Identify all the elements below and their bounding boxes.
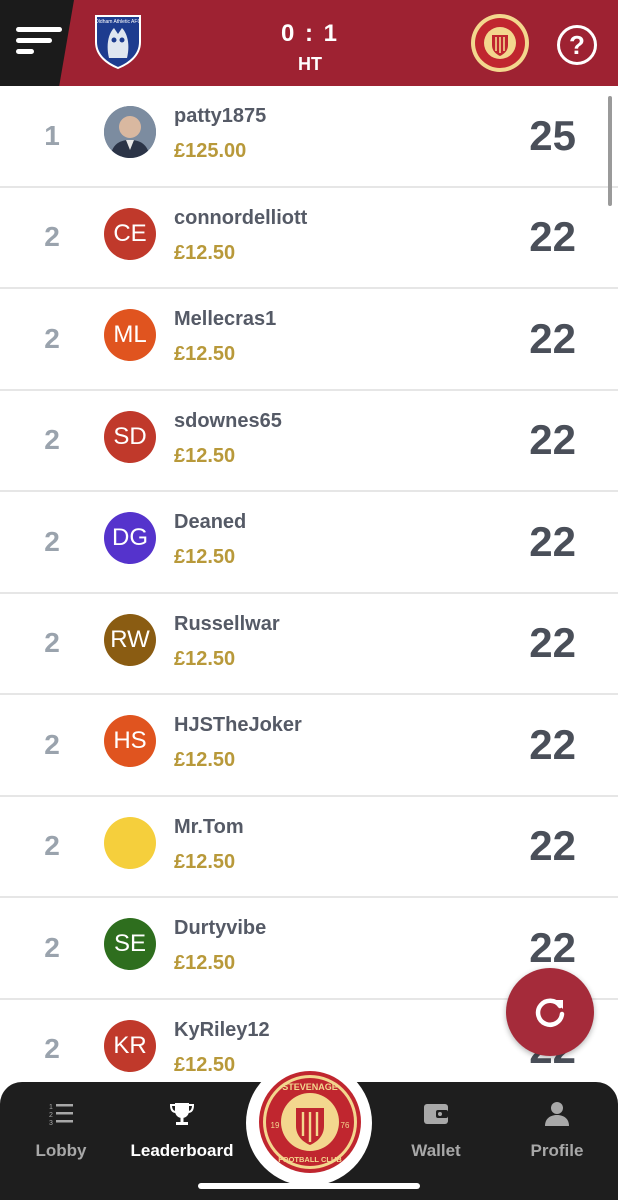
help-button[interactable]: ? [557, 25, 597, 65]
username[interactable]: sdownes65 [174, 410, 282, 433]
leaderboard-row[interactable]: 2 RW Russellwar £12.50 22 [0, 593, 618, 695]
stevenage-crest [471, 14, 529, 72]
svg-text:1: 1 [49, 1104, 53, 1111]
svg-text:76: 76 [341, 1121, 350, 1130]
trophy-icon [169, 1103, 195, 1125]
match-header: Oldham Athletic AFC 0 : 1 HT ? [0, 0, 618, 86]
prize-amount: £12.50 [174, 952, 236, 974]
username[interactable]: Durtyvibe [174, 917, 266, 940]
prize-amount: £12.50 [174, 546, 236, 568]
leaderboard-row[interactable]: 2 Mr.Tom £12.50 22 [0, 796, 618, 898]
menu-button[interactable] [0, 0, 74, 86]
prize-amount: £12.50 [174, 749, 236, 771]
avatar[interactable] [104, 816, 156, 869]
nav-leaderboard[interactable]: Leaderboard [122, 1100, 242, 1161]
leaderboard-row[interactable]: 2 HS HJSTheJoker £12.50 22 [0, 695, 618, 797]
username[interactable]: connordelliott [174, 207, 307, 230]
svg-text:Oldham Athletic AFC: Oldham Athletic AFC [95, 19, 142, 25]
points: 22 [529, 720, 576, 768]
username[interactable]: KyRiley12 [174, 1019, 270, 1042]
avatar[interactable]: ML [104, 309, 156, 361]
rank: 2 [44, 627, 60, 659]
leaderboard-row[interactable]: 1 patty1875 £125.00 25 [0, 86, 618, 188]
points: 22 [529, 822, 576, 870]
avatar[interactable]: RW [104, 613, 156, 666]
leaderboard-row[interactable]: 2 DG Deaned £12.50 22 [0, 492, 618, 594]
points: 22 [529, 416, 576, 464]
prize-amount: £12.50 [174, 647, 236, 670]
match-period: HT [298, 54, 322, 74]
stevenage-crest[interactable]: STEVENAGE FOOTBALL CLUB 19 76 [258, 1070, 362, 1174]
leaderboard-list[interactable]: 1 patty1875 £125.00 25 2 CE connordelliott £12.… [0, 86, 618, 1086]
leaderboard-row[interactable]: 2 ML Mellecras1 £12.50 22 [0, 289, 618, 391]
username[interactable]: Mr.Tom [174, 816, 244, 839]
avatar[interactable]: DG [104, 512, 156, 564]
rank: 2 [44, 931, 60, 963]
points: 22 [529, 314, 576, 362]
avatar[interactable]: SD [104, 410, 156, 463]
oldham-athletic-crest: Oldham Athletic AFC [95, 15, 142, 70]
nav-lobby-label: Lobby [35, 1141, 87, 1160]
username[interactable]: HJSTheJoker [174, 714, 302, 737]
points: 22 [529, 619, 576, 667]
prize-amount: £12.50 [174, 444, 236, 467]
avatar[interactable]: HS [104, 715, 156, 767]
svg-text:2: 2 [49, 1112, 53, 1119]
rank: 2 [44, 424, 60, 456]
username[interactable]: Deaned [174, 511, 246, 534]
nav-wallet-label: Wallet [411, 1141, 461, 1160]
svg-text:19: 19 [271, 1121, 280, 1130]
numbered-list-icon: 1 2 3 [49, 1104, 73, 1127]
rank: 2 [44, 322, 60, 354]
profile-photo [104, 106, 156, 158]
rank: 2 [44, 728, 60, 760]
leaderboard-row[interactable]: 2 CE connordelliott £12.50 22 [0, 187, 618, 289]
user-icon [545, 1102, 569, 1126]
nav-leaderboard-label: Leaderboard [130, 1141, 234, 1160]
nav-lobby[interactable]: 1 2 3 Lobby [1, 1100, 121, 1161]
svg-text:FOOTBALL CLUB: FOOTBALL CLUB [278, 1155, 342, 1164]
username[interactable]: Mellecras1 [174, 308, 276, 331]
prize-amount: £12.50 [174, 850, 236, 873]
home-indicator[interactable] [198, 1183, 420, 1189]
svg-text:STEVENAGE: STEVENAGE [282, 1082, 338, 1092]
points: 22 [529, 213, 576, 261]
avatar[interactable] [104, 106, 156, 158]
points: 25 [529, 111, 576, 159]
points: 22 [529, 517, 576, 565]
nav-wallet[interactable]: Wallet [376, 1100, 496, 1161]
svg-text:3: 3 [49, 1120, 53, 1127]
match-score: 0 : 1 [280, 20, 340, 47]
menu-icon [16, 27, 64, 59]
nav-profile[interactable]: Profile [497, 1100, 617, 1161]
nav-profile-label: Profile [530, 1141, 584, 1160]
prize-amount: £125.00 [174, 140, 247, 162]
rank: 2 [44, 525, 60, 557]
avatar[interactable]: KR [104, 1019, 156, 1072]
avatar[interactable]: SE [104, 918, 156, 970]
rank: 2 [44, 1033, 60, 1065]
refresh-button[interactable] [506, 968, 594, 1056]
refresh-icon [535, 998, 565, 1027]
prize-amount: £12.50 [174, 343, 236, 365]
username[interactable]: Russellwar [174, 613, 280, 636]
scrollbar[interactable] [608, 96, 612, 206]
prize-amount: £12.50 [174, 241, 236, 264]
leaderboard-row[interactable]: 2 SD sdownes65 £12.50 22 [0, 390, 618, 492]
prize-amount: £12.50 [174, 1053, 236, 1076]
rank: 2 [44, 830, 60, 862]
avatar[interactable]: CE [104, 207, 156, 260]
wallet-icon [424, 1104, 448, 1124]
rank: 2 [44, 221, 60, 253]
username[interactable]: patty1875 [174, 105, 266, 128]
rank: 1 [44, 119, 60, 151]
